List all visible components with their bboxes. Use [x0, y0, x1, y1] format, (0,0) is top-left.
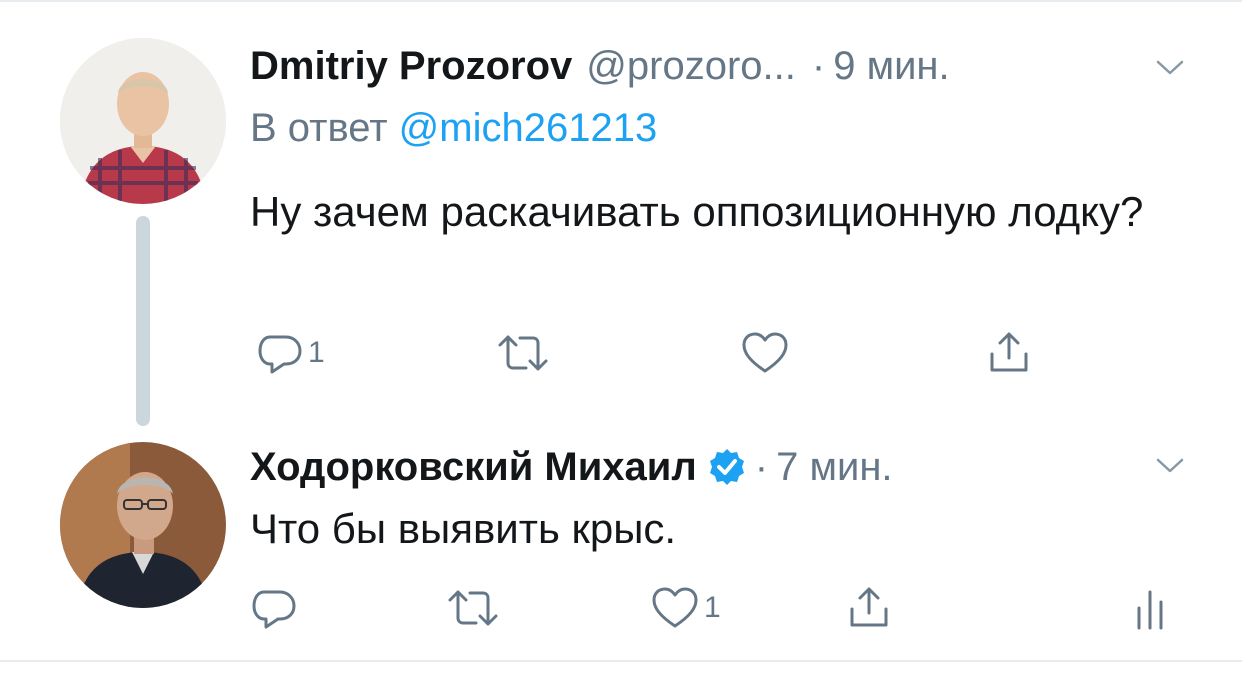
- share-icon: [850, 587, 888, 627]
- timestamp[interactable]: 9 мин.: [833, 44, 949, 89]
- author-name[interactable]: Dmitriy Prozorov: [250, 44, 572, 89]
- chevron-down-icon[interactable]: [1155, 456, 1185, 476]
- tweet-header: Dmitriy Prozorov @prozoro... · 9 мин.: [250, 36, 950, 96]
- share-icon: [990, 332, 1028, 372]
- thread-line: [136, 216, 150, 426]
- verified-badge-icon: [709, 449, 744, 485]
- bottom-divider: [0, 660, 1242, 662]
- share-button[interactable]: [846, 583, 892, 633]
- tweet-prozorov[interactable]: Dmitriy Prozorov @prozoro... · 9 мин. В …: [0, 0, 1242, 430]
- separator-dot: ·: [754, 444, 769, 489]
- reply-count: 1: [308, 336, 325, 369]
- reply-context: В ответ @mich261213: [250, 106, 657, 151]
- avatar[interactable]: [60, 442, 226, 608]
- reply-button[interactable]: [250, 583, 302, 633]
- like-icon: [742, 332, 788, 373]
- timestamp[interactable]: 7 мин.: [776, 445, 892, 490]
- like-button[interactable]: 1: [650, 583, 721, 633]
- author-handle[interactable]: @prozoro...: [586, 44, 796, 89]
- tweet-text: Что бы выявить крыс.: [250, 505, 677, 552]
- analytics-button[interactable]: [1134, 583, 1166, 633]
- reply-icon: [252, 590, 296, 629]
- analytics-icon: [1137, 590, 1163, 630]
- reply-button[interactable]: 1: [256, 328, 325, 378]
- share-button[interactable]: [986, 328, 1032, 378]
- tweet-header: Ходорковский Михаил · 7 мин.: [250, 437, 893, 497]
- reply-prefix: В ответ: [250, 106, 388, 150]
- tweet-text: Ну зачем раскачивать оппозиционную лодку…: [250, 188, 1144, 235]
- reply-mention-link[interactable]: @mich261213: [399, 106, 658, 150]
- reply-icon: [258, 335, 302, 374]
- author-name[interactable]: Ходорковский Михаил: [250, 445, 697, 490]
- chevron-down-icon[interactable]: [1155, 58, 1185, 78]
- separator-dot: ·: [811, 43, 826, 88]
- retweet-icon: [448, 590, 498, 626]
- like-icon: [652, 587, 698, 628]
- retweet-icon: [498, 335, 548, 371]
- retweet-button[interactable]: [446, 583, 504, 633]
- like-button[interactable]: [740, 328, 794, 378]
- like-count: 1: [704, 591, 721, 624]
- avatar[interactable]: [60, 38, 226, 204]
- retweet-button[interactable]: [496, 328, 554, 378]
